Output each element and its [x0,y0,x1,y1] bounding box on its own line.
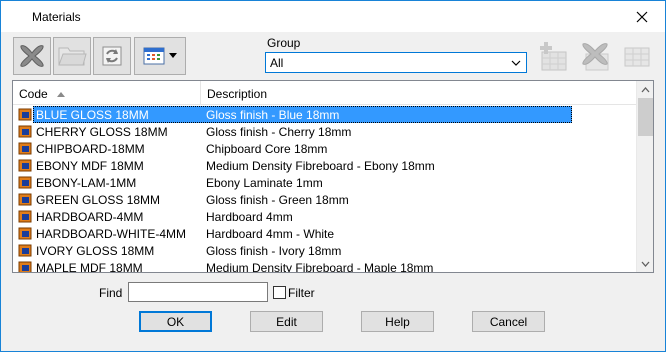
list-item[interactable]: GREEN GLOSS 18MM Gloss finish - Green 18… [13,191,636,208]
find-label: Find [99,286,123,300]
folder-icon [58,47,87,66]
material-icon [18,142,32,155]
list-header: Code Description [13,81,636,105]
material-icon [18,159,32,172]
cell-description: Medium Density Fibreboard - Maple 18mm [206,261,434,273]
filter-checkbox[interactable] [273,286,286,299]
find-input[interactable] [128,282,268,302]
cell-code: GREEN GLOSS 18MM [36,193,161,207]
list-item[interactable]: MAPLE MDF 18MM Medium Density Fibreboard… [13,259,636,273]
cell-description: Gloss finish - Ivory 18mm [206,244,342,258]
materials-list[interactable]: Code Description BLUE GLOSS 18MM Gloss f… [12,80,654,273]
list-view-icon [143,47,165,65]
ok-button[interactable]: OK [139,311,212,332]
list-item[interactable]: HARDBOARD-4MM Hardboard 4mm [13,208,636,225]
group-select-value: All [270,56,284,70]
delete-group-button[interactable] [575,37,615,75]
refresh-button[interactable] [93,37,131,75]
cell-code: HARDBOARD-WHITE-4MM [36,227,186,241]
column-header-code[interactable]: Code [13,81,201,105]
group-label: Group [267,36,301,50]
title-bar: Materials [1,1,665,32]
chevron-down-icon [511,60,521,66]
list-item[interactable]: CHIPBOARD-18MM Chipboard Core 18mm [13,140,636,157]
material-icon [18,176,32,189]
cell-description: Hardboard 4mm - White [206,227,335,241]
add-grid-icon [540,42,567,71]
material-icon [18,210,32,223]
close-button[interactable] [619,1,665,32]
material-icon [18,244,32,257]
cell-code: CHIPBOARD-18MM [36,142,145,156]
list-item[interactable]: CHERRY GLOSS 18MM Gloss finish - Cherry … [13,123,636,140]
chevron-down-icon [641,261,650,267]
chevron-up-icon [641,86,650,92]
delete-x-icon [582,43,609,71]
column-header-code-label: Code [19,87,48,101]
scroll-down-button[interactable] [637,255,653,272]
window-title: Materials [32,10,81,24]
scrollbar-thumb[interactable] [638,98,653,136]
cell-code: MAPLE MDF 18MM [36,261,143,273]
cell-description: Gloss finish - Blue 18mm [206,108,340,122]
cell-description: Ebony Laminate 1mm [206,176,323,190]
add-group-button[interactable] [533,37,573,75]
refresh-icon [102,46,122,66]
list-item[interactable]: HARDBOARD-WHITE-4MM Hardboard 4mm - Whit… [13,225,636,242]
edit-button[interactable]: Edit [250,311,323,332]
material-icon [18,261,32,272]
chevron-down-icon [169,53,177,58]
column-header-description[interactable]: Description [201,81,636,105]
material-icon [18,125,32,138]
list-rows: BLUE GLOSS 18MM Gloss finish - Blue 18mm… [13,106,636,273]
help-button[interactable]: Help [361,311,434,332]
vertical-scrollbar[interactable] [636,81,653,272]
list-item[interactable]: EBONY-LAM-1MM Ebony Laminate 1mm [13,174,636,191]
edit-group-button[interactable] [617,37,657,75]
delete-button[interactable] [13,37,51,75]
cell-code: EBONY MDF 18MM [36,159,144,173]
close-icon [636,11,648,22]
cell-code: HARDBOARD-4MM [36,210,144,224]
column-header-description-label: Description [207,87,268,101]
list-item[interactable]: EBONY MDF 18MM Medium Density Fibreboard… [13,157,636,174]
cell-description: Gloss finish - Green 18mm [206,193,349,207]
material-icon [18,227,32,240]
cell-code: IVORY GLOSS 18MM [36,244,155,258]
cell-description: Hardboard 4mm [206,210,293,224]
scroll-up-button[interactable] [637,81,653,98]
material-icon [18,193,32,206]
sort-ascending-icon [57,92,66,97]
group-select[interactable]: All [265,52,527,73]
list-item[interactable]: BLUE GLOSS 18MM Gloss finish - Blue 18mm [13,106,636,123]
cell-description: Medium Density Fibreboard - Ebony 18mm [206,159,435,173]
cell-code: EBONY-LAM-1MM [36,176,137,190]
cell-code: CHERRY GLOSS 18MM [36,125,168,139]
cancel-button[interactable]: Cancel [472,311,545,332]
filter-label[interactable]: Filter [288,286,315,300]
material-icon [18,108,32,121]
cell-code: BLUE GLOSS 18MM [36,108,149,122]
cell-description: Gloss finish - Cherry 18mm [206,125,352,139]
view-menu-button[interactable] [134,37,186,75]
list-item[interactable]: IVORY GLOSS 18MM Gloss finish - Ivory 18… [13,242,636,259]
open-folder-button[interactable] [53,37,91,75]
delete-x-icon [20,45,44,67]
grid-edit-icon [624,47,650,67]
cell-description: Chipboard Core 18mm [206,142,328,156]
materials-dialog: Materials Group All Code Description BLU… [0,0,666,352]
